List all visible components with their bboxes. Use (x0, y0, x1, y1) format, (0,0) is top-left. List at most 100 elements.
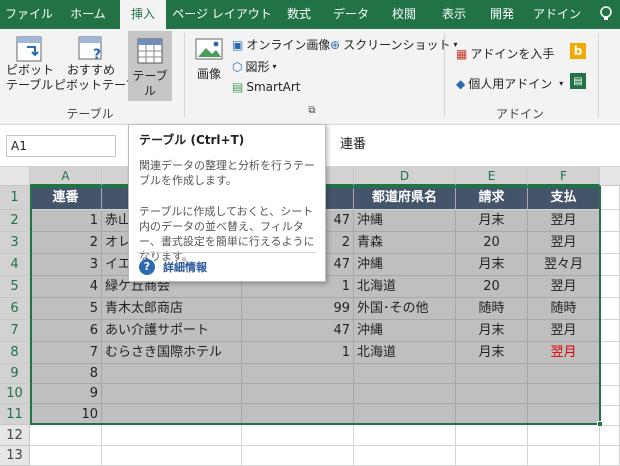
empty-cell[interactable] (242, 446, 354, 466)
table-cell[interactable]: 月末 (456, 320, 528, 342)
row-header[interactable]: 1 (0, 186, 30, 210)
table-cell[interactable]: 1 (30, 210, 102, 232)
table-header-cell[interactable]: 支払 (528, 186, 600, 210)
shapes-button[interactable]: ⬡ 図形 ▾ (232, 58, 277, 75)
row-header[interactable]: 3 (0, 232, 30, 254)
get-addins-button[interactable]: ▦ アドインを入手 (456, 45, 554, 62)
table-cell[interactable]: 翌月 (528, 210, 600, 232)
row-header[interactable]: 2 (0, 210, 30, 232)
table-cell[interactable]: 月末 (456, 342, 528, 364)
empty-cell[interactable] (600, 276, 620, 298)
table-cell[interactable]: 99 (242, 298, 354, 320)
pivot-table-button[interactable]: ピボット テーブル (6, 35, 54, 101)
empty-cell[interactable] (102, 446, 242, 466)
row-header[interactable]: 12 (0, 425, 30, 446)
table-cell[interactable]: 8 (30, 364, 102, 384)
tab-developer[interactable]: 開発 (482, 0, 522, 29)
tooltip-more-info-link[interactable]: ? 詳細情報 (139, 259, 207, 275)
column-header-e[interactable]: E (456, 167, 528, 186)
table-cell[interactable]: 随時 (456, 298, 528, 320)
empty-cell[interactable] (600, 298, 620, 320)
table-cell[interactable]: 9 (30, 384, 102, 404)
bing-icon[interactable]: b (570, 43, 586, 59)
formula-input[interactable]: 連番 (340, 135, 366, 157)
column-header-g[interactable] (600, 167, 620, 186)
lightbulb-icon[interactable] (592, 0, 620, 29)
empty-cell[interactable] (354, 446, 456, 466)
table-cell[interactable]: 7 (30, 342, 102, 364)
table-cell[interactable]: 翌月 (528, 342, 600, 364)
column-header-d[interactable]: D (354, 167, 456, 186)
tab-view[interactable]: 表示 (434, 0, 474, 29)
empty-cell[interactable] (600, 446, 620, 466)
table-cell[interactable] (354, 404, 456, 425)
table-header-cell[interactable]: 連番 (30, 186, 102, 210)
table-cell[interactable]: 翌々月 (528, 254, 600, 276)
empty-cell[interactable] (354, 425, 456, 446)
table-cell[interactable]: 北海道 (354, 276, 456, 298)
table-cell[interactable] (242, 384, 354, 404)
row-header[interactable]: 9 (0, 364, 30, 384)
row-header[interactable]: 11 (0, 404, 30, 425)
dialog-launcher-icon[interactable]: ⧉ (305, 105, 319, 116)
empty-cell[interactable] (600, 254, 620, 276)
table-cell[interactable]: 20 (456, 232, 528, 254)
table-cell[interactable]: むらさき国際ホテル (102, 342, 242, 364)
table-cell[interactable] (242, 404, 354, 425)
tab-insert[interactable]: 挿入 (120, 0, 166, 29)
table-cell[interactable]: 青木太郎商店 (102, 298, 242, 320)
table-cell[interactable]: 沖縄 (354, 254, 456, 276)
table-cell[interactable]: 4 (30, 276, 102, 298)
row-header[interactable]: 6 (0, 298, 30, 320)
table-cell[interactable] (456, 384, 528, 404)
table-cell[interactable]: 沖縄 (354, 320, 456, 342)
table-header-cell[interactable]: 請求 (456, 186, 528, 210)
table-cell[interactable]: 翌月 (528, 320, 600, 342)
table-cell[interactable] (354, 384, 456, 404)
people-graph-icon[interactable]: ▤ (570, 73, 586, 89)
table-cell[interactable]: 2 (30, 232, 102, 254)
table-cell[interactable]: 3 (30, 254, 102, 276)
table-cell[interactable]: 沖縄 (354, 210, 456, 232)
table-cell[interactable] (528, 404, 600, 425)
table-header-cell[interactable]: 都道府県名 (354, 186, 456, 210)
tab-addins[interactable]: アドイン (532, 0, 582, 29)
row-header[interactable]: 5 (0, 276, 30, 298)
empty-cell[interactable] (528, 446, 600, 466)
table-cell[interactable] (242, 364, 354, 384)
empty-cell[interactable] (528, 425, 600, 446)
empty-cell[interactable] (242, 425, 354, 446)
empty-cell[interactable] (456, 446, 528, 466)
table-cell[interactable]: あい介護サポート (102, 320, 242, 342)
row-header[interactable]: 7 (0, 320, 30, 342)
row-header[interactable]: 4 (0, 254, 30, 276)
column-header-f[interactable]: F (528, 167, 600, 186)
table-cell[interactable] (102, 364, 242, 384)
table-cell[interactable] (102, 404, 242, 425)
empty-cell[interactable] (600, 186, 620, 210)
tab-review[interactable]: 校閲 (384, 0, 424, 29)
select-all-corner[interactable] (0, 167, 30, 186)
image-button[interactable]: 画像 (190, 35, 228, 101)
my-addins-button[interactable]: ◆ 個人用アドイン ▾ (456, 75, 563, 92)
table-cell[interactable]: 月末 (456, 254, 528, 276)
table-cell[interactable]: 1 (242, 342, 354, 364)
table-button[interactable]: テーブル (128, 31, 172, 101)
table-cell[interactable] (354, 364, 456, 384)
tab-data[interactable]: データ (330, 0, 372, 29)
table-cell[interactable]: 20 (456, 276, 528, 298)
empty-cell[interactable] (600, 404, 620, 426)
table-cell[interactable] (528, 364, 600, 384)
empty-cell[interactable] (600, 232, 620, 254)
online-image-button[interactable]: ▣ オンライン画像 (232, 36, 330, 53)
tab-formulas[interactable]: 数式 (280, 0, 318, 29)
empty-cell[interactable] (600, 210, 620, 232)
recommended-pivot-button[interactable]: ? おすすめ ピボットテーブル (54, 35, 149, 101)
table-cell[interactable] (102, 384, 242, 404)
table-cell[interactable]: 6 (30, 320, 102, 342)
empty-cell[interactable] (456, 425, 528, 446)
tab-page-layout[interactable]: ページ レイアウト (172, 0, 272, 29)
column-header-a[interactable]: A (30, 167, 102, 186)
fill-handle[interactable] (597, 421, 603, 427)
table-cell[interactable] (456, 364, 528, 384)
